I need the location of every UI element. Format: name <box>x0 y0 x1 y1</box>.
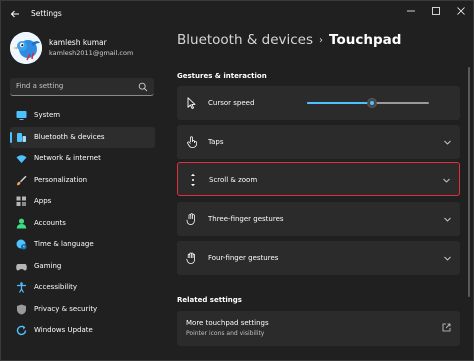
sidebar-item-privacy-security[interactable]: Privacy & security <box>10 299 155 321</box>
maximize-button[interactable] <box>426 4 446 18</box>
sidebar-item-label: Gaming <box>34 261 62 270</box>
search-input[interactable]: Find a setting <box>16 82 63 90</box>
sidebar-item-label: Network & internet <box>34 154 101 162</box>
sidebar-item-time-language[interactable]: Time & language <box>10 234 155 256</box>
sidebar-item-label: Privacy & security <box>34 304 98 313</box>
four-finger-gestures-label: Four-finger gestures <box>208 254 279 262</box>
sidebar-item-bluetooth-devices[interactable]: Bluetooth & devices <box>10 126 155 148</box>
more-touchpad-settings-link[interactable]: More touchpad settings Pointer icons and… <box>177 311 460 346</box>
scroll-zoom-card[interactable]: Scroll & zoom <box>177 162 460 196</box>
taps-card[interactable]: Taps <box>177 125 460 159</box>
section-gestures-title: Gestures & interaction <box>177 72 267 80</box>
close-icon <box>457 7 465 15</box>
globe-clock-icon <box>16 239 27 250</box>
sidebar-nav: System Bluetooth & devices Network & int… <box>10 105 155 342</box>
search-icon[interactable] <box>138 82 148 92</box>
back-button[interactable] <box>7 6 23 22</box>
minimize-icon <box>407 10 415 12</box>
cursor-speed-card: Cursor speed <box>177 86 460 120</box>
sidebar-item-personalization[interactable]: Personalization <box>10 170 155 192</box>
cursor-icon <box>186 97 198 109</box>
chevron-down-icon <box>444 217 451 222</box>
avatar <box>10 32 42 64</box>
user-email: kamlesh2011@gmail.com <box>49 49 134 57</box>
back-arrow-icon <box>10 10 19 18</box>
sidebar-item-label: Bluetooth & devices <box>34 132 105 141</box>
apps-icon <box>16 196 27 207</box>
search-box[interactable]: Find a setting <box>10 78 154 96</box>
sidebar-item-accounts[interactable]: Accounts <box>10 213 155 235</box>
shield-icon <box>16 304 27 315</box>
chevron-down-icon <box>444 256 451 261</box>
sidebar-item-label: System <box>34 111 61 119</box>
taps-label: Taps <box>208 138 224 146</box>
user-name: kamlesh kumar <box>49 38 107 47</box>
sidebar-item-apps[interactable]: Apps <box>10 191 155 213</box>
sidebar-item-label: Windows Update <box>34 326 93 334</box>
cursor-speed-slider[interactable] <box>307 98 429 108</box>
settings-window: Settings kamlesh kumar kamlesh2011@gmail… <box>0 0 474 361</box>
brush-icon <box>16 175 27 186</box>
wifi-icon <box>16 153 27 164</box>
sidebar-item-label: Accessibility <box>34 283 78 291</box>
chevron-down-icon <box>443 178 450 183</box>
sidebar-item-windows-update[interactable]: Windows Update <box>10 320 155 342</box>
three-finger-hand-icon <box>186 213 198 225</box>
sidebar-item-system[interactable]: System <box>10 105 155 127</box>
bluetooth-devices-icon <box>16 132 27 143</box>
sidebar-item-label: Apps <box>34 197 52 205</box>
scrollbar[interactable] <box>468 67 470 297</box>
scroll-zoom-label: Scroll & zoom <box>209 176 258 184</box>
breadcrumb-separator: › <box>319 35 324 46</box>
section-related-title: Related settings <box>177 296 242 304</box>
cursor-speed-slider-thumb[interactable] <box>366 98 377 108</box>
sidebar-item-label: Time & language <box>34 240 94 248</box>
three-finger-gestures-label: Three-finger gestures <box>208 215 284 223</box>
accessibility-icon <box>16 282 27 293</box>
sidebar-item-label: Accounts <box>34 218 66 227</box>
avatar-bird-icon <box>10 32 42 64</box>
cursor-speed-label: Cursor speed <box>208 99 255 107</box>
sidebar-item-network-internet[interactable]: Network & internet <box>10 148 155 170</box>
page-title: Touchpad <box>329 32 402 48</box>
chevron-down-icon <box>444 140 451 145</box>
person-icon <box>16 218 27 229</box>
sync-icon <box>16 325 27 336</box>
scroll-arrows-icon <box>187 173 199 187</box>
monitor-icon <box>16 110 27 121</box>
more-touchpad-settings-subtitle: Pointer icons and visibility <box>186 330 265 337</box>
tap-hand-icon <box>186 136 198 148</box>
sidebar-item-accessibility[interactable]: Accessibility <box>10 277 155 299</box>
title-bar: Settings <box>1 1 473 27</box>
four-finger-gestures-card[interactable]: Four-finger gestures <box>177 241 460 275</box>
sidebar-item-label: Personalization <box>34 175 88 184</box>
gamepad-icon <box>16 261 27 272</box>
breadcrumb-parent[interactable]: Bluetooth & devices <box>177 32 313 48</box>
maximize-icon <box>432 7 440 15</box>
minimize-button[interactable] <box>401 4 421 18</box>
sidebar-item-gaming[interactable]: Gaming <box>10 256 155 278</box>
window-title: Settings <box>31 9 62 18</box>
three-finger-gestures-card[interactable]: Three-finger gestures <box>177 202 460 236</box>
cursor-speed-slider-fill <box>307 102 372 104</box>
close-button[interactable] <box>451 4 471 18</box>
open-external-icon <box>442 323 451 332</box>
more-touchpad-settings-title: More touchpad settings <box>186 319 269 327</box>
breadcrumb: Bluetooth & devices › Touchpad <box>177 32 401 48</box>
four-finger-hand-icon <box>186 252 198 264</box>
user-profile[interactable]: kamlesh kumar kamlesh2011@gmail.com <box>10 32 160 72</box>
